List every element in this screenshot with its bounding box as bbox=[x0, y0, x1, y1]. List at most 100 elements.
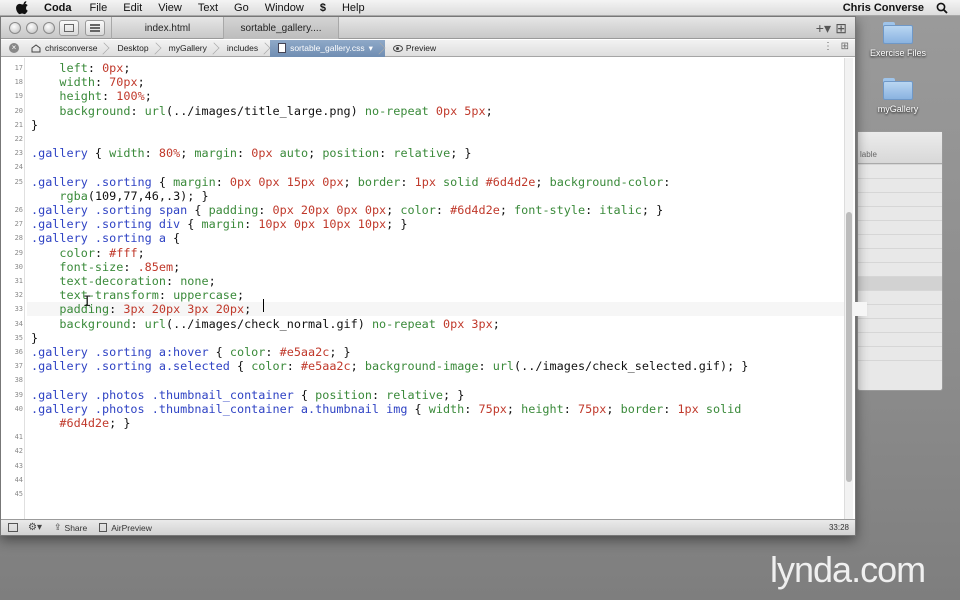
tab-label: index.html bbox=[144, 22, 191, 34]
code-line[interactable]: background: url(../images/check_normal.g… bbox=[31, 317, 499, 331]
airpreview-button[interactable]: AirPreview bbox=[111, 523, 152, 533]
menu-text[interactable]: Text bbox=[198, 2, 218, 14]
breadcrumb-chrisconverse[interactable]: chrisconverse bbox=[23, 40, 109, 57]
preview-button[interactable]: Preview bbox=[392, 43, 436, 53]
breadcrumb-desktop[interactable]: Desktop bbox=[109, 40, 160, 57]
code-line[interactable]: width: 70px; bbox=[31, 75, 144, 89]
toggle-panel-icon[interactable] bbox=[8, 523, 18, 532]
airpreview-icon[interactable] bbox=[99, 523, 108, 532]
text-caret bbox=[263, 299, 264, 312]
zoom-button[interactable] bbox=[43, 22, 55, 34]
gear-icon[interactable]: ⚙▾ bbox=[28, 522, 42, 533]
code-line[interactable]: } bbox=[31, 118, 38, 132]
code-line[interactable]: text-transform: uppercase; bbox=[31, 288, 244, 302]
desktop-icon-exercise-files[interactable]: Exercise Files bbox=[853, 22, 943, 58]
share-button[interactable]: Share bbox=[65, 523, 88, 533]
line-number: 19 bbox=[14, 92, 23, 101]
line-number: 36 bbox=[14, 348, 23, 356]
menu-bar: Coda File Edit View Text Go Window $ Hel… bbox=[0, 0, 960, 16]
line-number: 35 bbox=[14, 333, 23, 342]
list-icon bbox=[90, 24, 100, 32]
sidebar-toggle-button[interactable] bbox=[85, 20, 105, 36]
line-number: 40 bbox=[14, 404, 23, 413]
breadcrumb-mygallery[interactable]: myGallery bbox=[161, 40, 219, 57]
code-line[interactable]: padding: 3px 20px 3px 20px; bbox=[31, 302, 251, 316]
menu-view[interactable]: View bbox=[158, 2, 182, 14]
code-line[interactable]: .gallery .sorting a { bbox=[31, 231, 180, 245]
add-tab-icon[interactable]: +▾ bbox=[816, 20, 831, 37]
desktop-icon-label: myGallery bbox=[877, 104, 919, 114]
close-path-icon[interactable]: × bbox=[9, 43, 19, 53]
line-number: 24 bbox=[14, 163, 23, 172]
code-line[interactable]: } bbox=[31, 331, 38, 345]
tab-sortable-gallery[interactable]: sortable_gallery.... bbox=[223, 17, 338, 39]
status-bar: ⚙▾ ⇪ Share AirPreview 33:28 bbox=[1, 519, 855, 535]
desktop-icon-label: Exercise Files bbox=[869, 48, 926, 58]
split-view-icon[interactable]: ⊞ bbox=[841, 41, 849, 52]
code-line[interactable]: height: 100%; bbox=[31, 89, 151, 103]
apple-icon[interactable] bbox=[16, 0, 30, 15]
code-line[interactable]: .gallery .photos .thumbnail_container a.… bbox=[31, 402, 741, 416]
line-number: 37 bbox=[14, 362, 23, 371]
window-zoom-icon[interactable]: ⊞ bbox=[835, 20, 847, 37]
desktop-icon-mygallery[interactable]: myGallery bbox=[853, 78, 943, 114]
code-line[interactable]: color: #fff; bbox=[31, 246, 144, 260]
line-number: 41 bbox=[14, 433, 23, 442]
menu-edit[interactable]: Edit bbox=[123, 2, 142, 14]
code-line[interactable]: .gallery .sorting a.selected { color: #e… bbox=[31, 359, 748, 373]
ibeam-cursor: I bbox=[83, 294, 92, 310]
menu-go[interactable]: Go bbox=[234, 2, 249, 14]
split-icon[interactable]: ⋮ bbox=[823, 41, 833, 52]
code-line[interactable]: .gallery .sorting { margin: 0px 0px 15px… bbox=[31, 175, 670, 189]
code-line[interactable]: .gallery { width: 80%; margin: 0px auto;… bbox=[31, 146, 472, 160]
line-number: 28 bbox=[14, 234, 23, 243]
cursor-position: 33:28 bbox=[828, 523, 849, 532]
lynda-watermark-logo: lynda.com bbox=[770, 549, 926, 590]
tab-index-html[interactable]: index.html bbox=[111, 17, 223, 39]
css-file-icon bbox=[278, 43, 287, 53]
folder-icon bbox=[883, 78, 913, 100]
finder-column-label: lable bbox=[860, 150, 877, 159]
menu-file[interactable]: File bbox=[90, 2, 108, 14]
breadcrumb-current-file[interactable]: sortable_gallery.css ▾ bbox=[270, 39, 385, 57]
line-number: 32 bbox=[14, 291, 23, 300]
code-editor[interactable]: 17 18 19 20 21 22 23 24 25 26 27 28 29 30 31 32 33 34 35 36… bbox=[1, 58, 867, 519]
code-text-area[interactable]: left: 0px; width: 70px; height: 100%; ba… bbox=[31, 58, 841, 519]
vertical-scrollbar[interactable] bbox=[844, 58, 853, 519]
user-menu[interactable]: Chris Converse bbox=[843, 2, 924, 14]
background-finder-window[interactable]: lable bbox=[857, 131, 943, 391]
sites-button[interactable] bbox=[59, 20, 79, 36]
line-number: 45 bbox=[14, 490, 23, 498]
scrollbar-thumb[interactable] bbox=[846, 212, 852, 482]
code-line[interactable]: left: 0px; bbox=[31, 61, 130, 75]
code-line[interactable]: background: url(../images/title_large.pn… bbox=[31, 104, 492, 118]
line-number: 25 bbox=[14, 177, 23, 186]
close-button[interactable] bbox=[9, 22, 21, 34]
share-icon[interactable]: ⇪ bbox=[54, 522, 62, 533]
breadcrumb-includes[interactable]: includes bbox=[219, 40, 270, 57]
line-number-gutter: 17 18 19 20 21 22 23 24 25 26 27 28 29 30 31 32 33 34 35 36… bbox=[1, 58, 25, 519]
coda-window: index.html sortable_gallery.... +▾ ⊞ × c… bbox=[0, 16, 867, 536]
code-line[interactable]: .gallery .sorting div { margin: 10px 0px… bbox=[31, 217, 407, 231]
home-icon bbox=[31, 43, 41, 52]
code-line[interactable]: font-size: .85em; bbox=[31, 260, 180, 274]
line-number: 44 bbox=[14, 475, 23, 484]
code-line[interactable]: .gallery .photos .thumbnail_container { … bbox=[31, 388, 464, 402]
code-line[interactable]: .gallery .sorting a:hover { color: #e5aa… bbox=[31, 345, 351, 359]
menu-help[interactable]: Help bbox=[342, 2, 365, 14]
line-number: 38 bbox=[14, 376, 23, 385]
search-icon[interactable] bbox=[936, 2, 948, 14]
app-menu[interactable]: Coda bbox=[44, 2, 72, 14]
code-line[interactable]: rgba(109,77,46,.3); } bbox=[31, 189, 208, 203]
code-line[interactable]: .gallery .sorting span { padding: 0px 20… bbox=[31, 203, 663, 217]
code-line[interactable]: text-decoration: none; bbox=[31, 274, 215, 288]
tab-label: sortable_gallery.... bbox=[240, 22, 322, 34]
menu-window[interactable]: Window bbox=[265, 2, 304, 14]
line-number: 31 bbox=[14, 277, 23, 285]
folder-icon bbox=[883, 22, 913, 44]
line-number: 33 bbox=[14, 305, 23, 314]
script-menu-icon[interactable]: $ bbox=[320, 2, 326, 14]
line-number: 39 bbox=[14, 390, 23, 399]
code-line[interactable]: #6d4d2e; } bbox=[31, 416, 130, 430]
minimize-button[interactable] bbox=[26, 22, 38, 34]
